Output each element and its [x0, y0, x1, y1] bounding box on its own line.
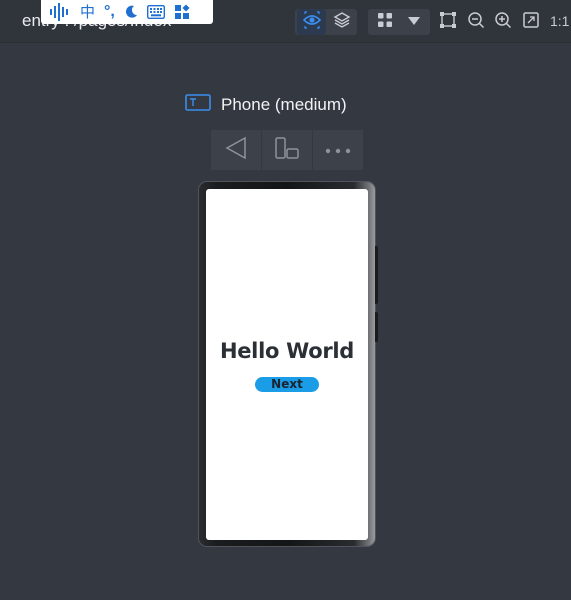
volume-key	[375, 246, 378, 304]
phone-screen[interactable]: Hello World Next	[206, 189, 368, 540]
preview-toggle-button[interactable]	[297, 9, 326, 35]
rotate-button[interactable]	[262, 130, 312, 170]
ime-toolbar: 中 °,	[41, 0, 213, 24]
components-button[interactable]	[370, 9, 399, 35]
crop-frame-button[interactable]	[435, 9, 461, 35]
keyboard-icon[interactable]	[146, 5, 165, 19]
punctuation-icon[interactable]: °,	[104, 4, 115, 20]
hello-heading: Hello World	[219, 339, 355, 363]
view-mode-group	[295, 9, 357, 35]
fit-screen-button[interactable]	[518, 9, 544, 35]
device-name: Phone (medium)	[221, 95, 347, 114]
back-triangle-icon	[225, 136, 247, 165]
power-key	[375, 312, 378, 342]
previewer-toolbar: entry : /pages/Index	[0, 0, 571, 43]
component-group	[368, 9, 430, 35]
layers-icon	[333, 11, 351, 34]
zoom-reset-button[interactable]: 1:1	[550, 13, 569, 29]
toolbox-icon[interactable]	[174, 4, 190, 20]
dropdown-triangle-icon	[407, 13, 421, 31]
fit-screen-icon	[522, 11, 540, 34]
back-button[interactable]	[211, 130, 261, 170]
zoom-in-button[interactable]	[490, 9, 516, 35]
device-selector[interactable]: Phone (medium)	[185, 94, 347, 116]
more-icon	[325, 141, 351, 159]
device-frame-icon	[185, 94, 211, 116]
zoom-out-button[interactable]	[463, 9, 489, 35]
grid-apps-icon	[377, 12, 393, 33]
zoom-in-icon	[494, 11, 512, 34]
components-dropdown-button[interactable]	[399, 9, 428, 35]
zoom-out-icon	[467, 11, 485, 34]
more-button[interactable]	[313, 130, 363, 170]
next-button[interactable]: Next	[255, 377, 319, 392]
preview-eye-icon	[302, 10, 321, 34]
moon-icon[interactable]	[124, 5, 138, 19]
rotate-device-icon	[274, 136, 300, 164]
voice-icon[interactable]	[49, 3, 71, 21]
layers-button[interactable]	[327, 9, 356, 35]
chinese-mode-icon[interactable]: 中	[80, 4, 95, 20]
device-controls	[211, 130, 363, 170]
crop-frame-icon	[439, 11, 457, 34]
